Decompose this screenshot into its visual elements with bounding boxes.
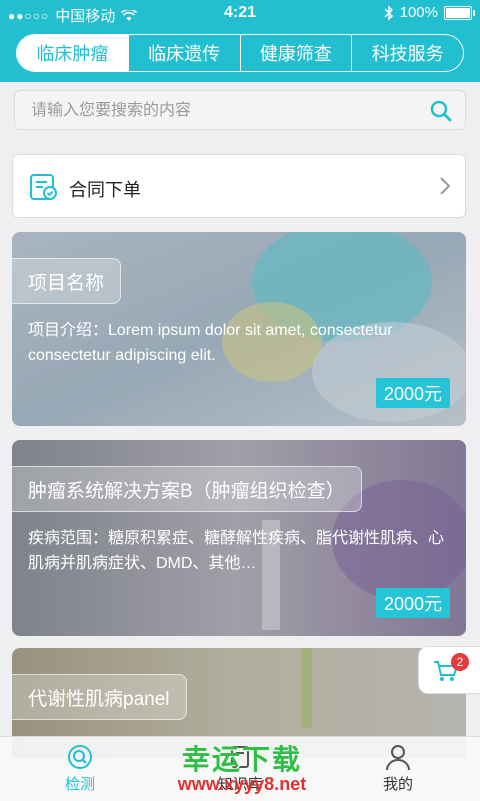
card-description: 项目介绍：Lorem ipsum dolor sit amet, consect… [28,322,393,364]
status-right: 100% [384,4,475,21]
nav-label: 检测 [64,776,95,793]
search-bar [14,90,466,130]
tab-clinical-genetics[interactable]: 临床遗传 [127,35,240,71]
price-badge: 2000元 [375,378,450,408]
user-icon [386,745,410,771]
tab-health-screening[interactable]: 健康筛查 [239,35,352,71]
contract-order-label: 合同下单 [69,180,141,200]
category-tabs: 临床肿瘤 临床遗传 健康筛查 科技服务 [16,34,464,72]
price-badge: 2000元 [375,588,450,618]
card-title: 代谢性肌病panel [12,674,187,720]
search-icon[interactable] [429,99,453,123]
search-input[interactable] [29,99,413,123]
card-title: 肿瘤系统解决方案B（肿瘤组织检查） [12,466,362,512]
contract-document-icon [30,174,57,200]
cart-button[interactable]: 2 [418,646,480,694]
watermark-text: 幸运下载 [181,744,302,775]
product-card[interactable]: 肿瘤系统解决方案B（肿瘤组织检查） 疾病范围：糖原积累症、糖酵解性疾病、脂代谢性… [12,440,466,636]
watermark-url: www.xyyy8.net [177,774,307,794]
watermark: 幸运下载 www.xyyy8.net [172,738,312,795]
product-card[interactable]: 项目名称 项目介绍：Lorem ipsum dolor sit amet, co… [12,232,466,426]
nav-item-mine[interactable]: 我的 [358,743,438,794]
status-bar: ●●○○○ 中国移动 4:21 100% [0,0,480,28]
detect-icon [68,745,92,769]
battery-percent: 100% [399,4,438,21]
contract-order-row[interactable]: 合同下单 [12,154,466,218]
nav-label: 我的 [382,776,413,793]
nav-item-detect[interactable]: 检测 [40,743,120,794]
tab-tech-services[interactable]: 科技服务 [351,35,463,71]
cart-count-badge: 2 [451,653,469,671]
chevron-right-icon [440,177,451,195]
battery-icon [444,5,475,20]
bluetooth-icon [384,4,393,21]
tab-clinical-oncology[interactable]: 临床肿瘤 [17,35,128,71]
category-tabs-bar: 临床肿瘤 临床遗传 健康筛查 科技服务 [0,28,480,82]
card-title: 项目名称 [12,258,122,304]
card-description: 疾病范围：糖原积累症、糖酵解性疾病、脂代谢性肌病、心肌病并肌病症状、DMD、其他… [28,530,445,572]
